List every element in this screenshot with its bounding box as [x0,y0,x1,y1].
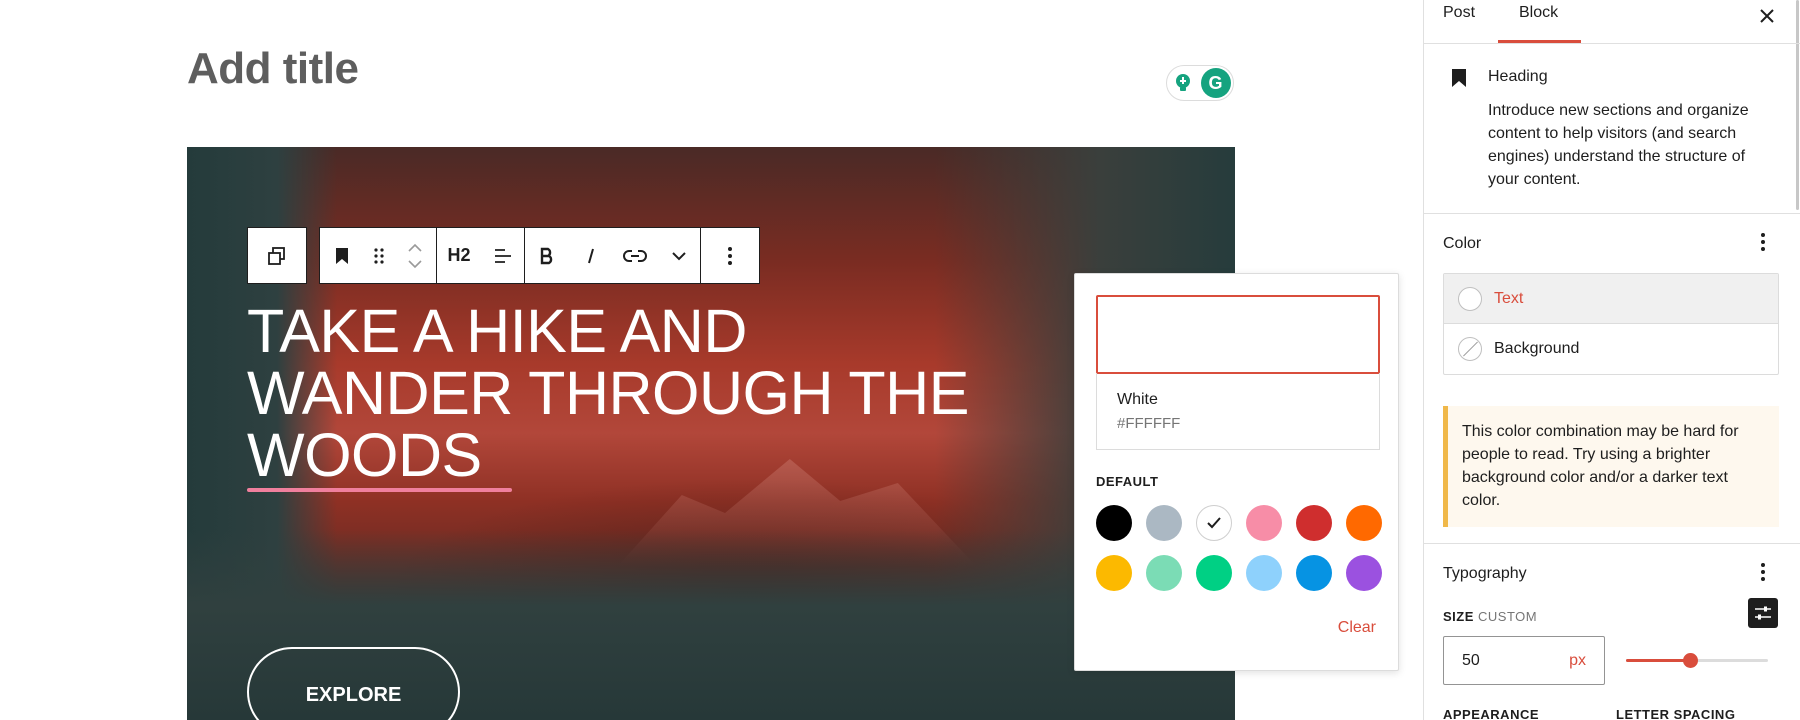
color-swatch[interactable] [1296,555,1332,591]
palette-section-label: DEFAULT [1096,474,1159,489]
font-size-unit[interactable]: px [1569,652,1586,670]
more-rich-text-button[interactable] [657,228,701,283]
options-icon [728,246,732,265]
tab-block[interactable]: Block [1519,4,1558,22]
italic-icon [588,248,594,263]
grammarly-widget[interactable]: G [1166,65,1234,101]
bookmark-icon [1452,69,1466,87]
color-picker-popover: White #FFFFFF DEFAULT Clear [1074,273,1399,671]
checkmark-icon [1207,517,1221,529]
options-icon [1761,233,1765,251]
font-size-slider[interactable] [1626,653,1768,668]
font-size-value: 50 [1462,651,1480,669]
color-options-button[interactable] [1760,232,1766,258]
block-description: Introduce new sections and organize cont… [1488,102,1749,188]
font-size-mode: CUSTOM [1478,609,1538,624]
sidebar-tabs: Post Block [1424,0,1800,44]
block-name: Heading [1488,68,1548,85]
color-swatch[interactable] [1296,505,1332,541]
color-settings-list: Text Background [1443,273,1779,375]
settings-sidebar: Post Block Heading Introduce new section… [1423,0,1800,720]
text-color-item[interactable]: Text [1444,274,1778,324]
selected-color-name: White [1117,391,1158,408]
move-up-icon[interactable] [407,243,423,253]
font-size-label: SIZE [1443,609,1474,624]
grammarly-icon[interactable]: G [1200,68,1231,98]
font-size-input[interactable]: 50 px [1443,636,1605,685]
font-size-toggle-button[interactable] [1748,598,1778,628]
heading-block[interactable]: TAKE A HIKE AND WANDER THROUGH THE WOODS [247,300,1007,486]
text-color-label: Text [1494,289,1524,307]
color-swatch[interactable] [1196,555,1232,591]
close-icon [1760,9,1774,23]
lightbulb-icon[interactable] [1169,70,1196,96]
heading-level-button[interactable]: H2 [437,228,481,283]
block-toolbar: H2 [247,227,760,284]
sliders-icon [1755,606,1771,620]
color-swatch[interactable] [1346,555,1382,591]
toolbar-group-main: H2 [319,227,760,284]
typography-panel: Typography SIZE CUSTOM 50 px APPEARANCE … [1424,544,1800,720]
editor-canvas: Add title G H2 TAKE A HIKE AND WANDER TH… [0,0,1423,720]
link-button[interactable] [613,228,657,283]
selected-color-hex: #FFFFFF [1117,415,1181,432]
color-panel: Color Text Background This color combina… [1424,214,1800,544]
chevron-down-icon [671,251,686,260]
block-type-button[interactable] [320,228,364,283]
block-card: Heading Introduce new sections and organ… [1424,44,1800,214]
active-tab-indicator [1498,40,1581,43]
color-panel-title[interactable]: Color [1443,235,1481,253]
font-size-slider-fill [1626,659,1690,662]
drag-handle-button[interactable] [364,228,394,283]
move-down-icon[interactable] [407,259,423,269]
bold-button[interactable] [525,228,569,283]
clear-color-button[interactable]: Clear [1338,619,1376,637]
typography-panel-title[interactable]: Typography [1443,565,1527,583]
color-swatch[interactable] [1096,505,1132,541]
color-swatch[interactable] [1246,555,1282,591]
bold-icon [540,247,553,264]
select-parent-block-button[interactable] [248,228,306,283]
align-icon [494,248,511,263]
color-swatch[interactable] [1196,505,1232,541]
close-sidebar-button[interactable] [1759,0,1775,30]
appearance-label: APPEARANCE [1443,707,1540,720]
background-color-item[interactable]: Background [1444,324,1778,374]
letter-spacing-label: LETTER SPACING [1616,707,1736,720]
options-icon [1761,563,1765,581]
color-swatch[interactable] [1246,505,1282,541]
color-swatch[interactable] [1146,555,1182,591]
drag-handle-icon [374,247,384,264]
background-color-label: Background [1494,340,1580,357]
italic-button[interactable] [569,228,613,283]
font-size-slider-thumb[interactable] [1682,653,1698,668]
explore-button[interactable]: EXPLORE [247,647,460,720]
typography-options-button[interactable] [1760,562,1766,588]
link-icon [623,249,647,262]
color-swatch[interactable] [1346,505,1382,541]
text-color-indicator [1458,286,1482,311]
selected-color-preview[interactable] [1096,295,1380,374]
block-options-button[interactable] [701,228,759,283]
selected-color-info[interactable]: White #FFFFFF [1096,373,1380,450]
tab-post[interactable]: Post [1443,4,1475,22]
color-swatch[interactable] [1096,555,1132,591]
align-button[interactable] [481,228,525,283]
block-mover[interactable] [394,228,437,283]
color-swatch[interactable] [1146,505,1182,541]
spellcheck-underline [247,488,512,492]
toolbar-group-parent [247,227,307,284]
color-palette [1096,505,1386,591]
bookmark-icon [336,247,348,264]
cover-select-icon [268,246,285,265]
post-title-input[interactable]: Add title [187,44,359,94]
contrast-warning: This color combination may be hard for p… [1443,406,1779,527]
background-color-indicator [1458,337,1482,361]
